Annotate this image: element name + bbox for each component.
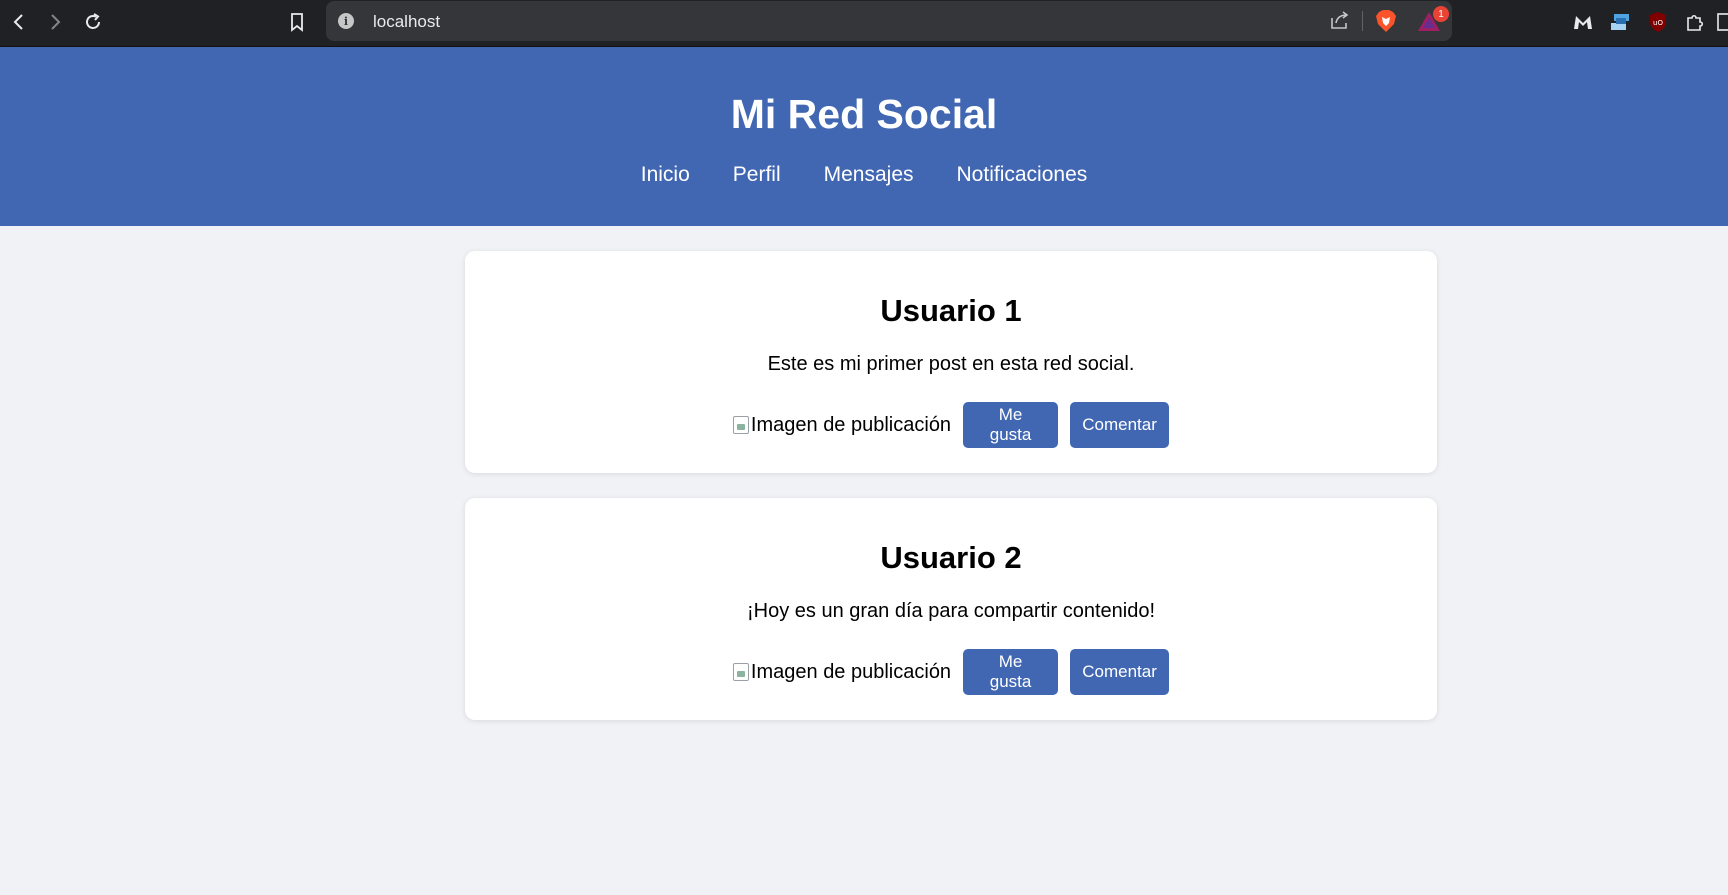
nav-link-mensajes[interactable]: Mensajes [824, 163, 914, 187]
info-icon[interactable]: i [338, 13, 354, 29]
bookmark-icon [291, 13, 303, 32]
chevron-left-icon [13, 14, 23, 30]
comment-button[interactable]: Comentar [1070, 402, 1170, 448]
back-button[interactable] [6, 9, 32, 35]
browser-toolbar: i localhost 1 uO [0, 0, 1728, 47]
side-panel-icon[interactable] [1716, 10, 1728, 34]
nav-link-notificaciones[interactable]: Notificaciones [957, 163, 1088, 187]
divider [1362, 11, 1363, 31]
post-username: Usuario 2 [880, 540, 1022, 575]
post-image-broken: Imagen de publicación [732, 660, 952, 684]
post-text: Este es mi primer post en esta red socia… [767, 353, 1135, 375]
post-card: Usuario 2 ¡Hoy es un gran día para compa… [465, 498, 1437, 720]
site-title: Mi Red Social [730, 91, 998, 137]
nav-link-perfil[interactable]: Perfil [733, 163, 781, 187]
reload-icon [86, 13, 100, 29]
post-image-alt-text: Imagen de publicación [750, 660, 952, 683]
url-text[interactable]: localhost [373, 12, 440, 32]
comment-button[interactable]: Comentar [1070, 649, 1170, 695]
address-bar[interactable]: i localhost 1 [326, 1, 1452, 41]
like-button[interactable]: Me gusta [963, 402, 1059, 448]
reload-button[interactable] [80, 9, 106, 35]
svg-text:uO: uO [1653, 19, 1663, 27]
post-username: Usuario 1 [880, 293, 1022, 328]
brave-lion-icon[interactable] [1375, 9, 1397, 33]
post-image-alt-text: Imagen de publicación [750, 413, 952, 436]
share-icon[interactable] [1329, 9, 1351, 31]
post-text: ¡Hoy es un gran día para compartir conte… [747, 600, 1155, 622]
broken-image-icon [732, 663, 749, 681]
broken-image-icon [732, 416, 749, 434]
post-card: Usuario 1 Este es mi primer post en esta… [465, 251, 1437, 473]
main-nav: Inicio Perfil Mensajes Notificaciones [0, 163, 1728, 187]
puzzle-icon[interactable] [1683, 10, 1707, 34]
chevron-right-icon [51, 14, 61, 30]
ublock-origin-icon[interactable]: uO [1646, 10, 1670, 34]
post-actions: Imagen de publicación Me gusta Comentar [465, 649, 1437, 695]
post-actions: Imagen de publicación Me gusta Comentar [465, 402, 1437, 448]
post-image-broken: Imagen de publicación [732, 413, 952, 437]
rewards-badge: 1 [1433, 6, 1449, 22]
nav-link-inicio[interactable]: Inicio [641, 163, 690, 187]
forward-button[interactable] [42, 9, 68, 35]
stack-extension-icon[interactable] [1608, 10, 1632, 34]
like-button[interactable]: Me gusta [963, 649, 1059, 695]
malwarebytes-icon[interactable] [1571, 10, 1595, 34]
site-header: Mi Red Social Inicio Perfil Mensajes Not… [0, 47, 1728, 226]
bookmark-button[interactable] [284, 9, 310, 35]
